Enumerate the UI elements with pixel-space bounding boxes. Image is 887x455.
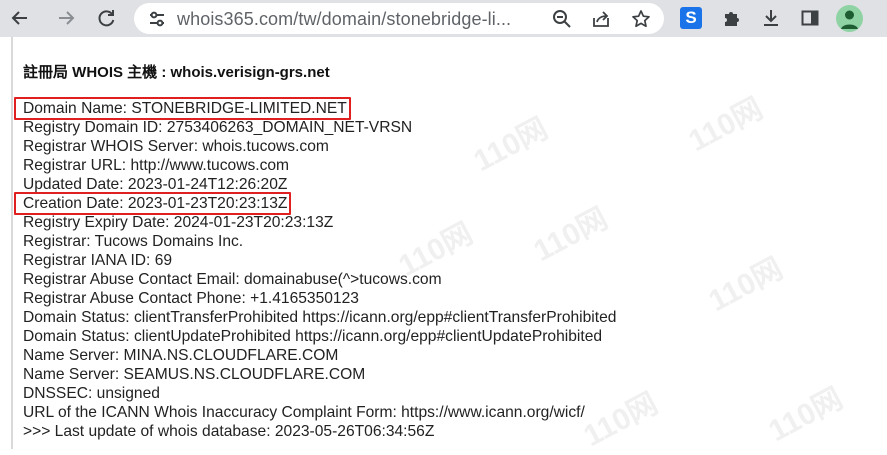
whois-record: Registrar: Tucows Domains Inc. <box>23 233 244 250</box>
download-icon[interactable] <box>758 5 784 31</box>
whois-record: Registrar Abuse Contact Email: domainabu… <box>23 271 442 288</box>
whois-record: Registrar URL: http://www.tucows.com <box>23 157 290 174</box>
s-extension-icon[interactable]: S <box>678 5 704 31</box>
back-arrow-icon[interactable] <box>7 5 33 31</box>
whois-record: DNSSEC: unsigned <box>23 385 160 402</box>
forward-arrow-icon[interactable] <box>53 5 79 31</box>
reload-icon[interactable] <box>93 5 119 31</box>
tune-icon[interactable] <box>145 7 169 31</box>
side-panel-icon[interactable] <box>797 5 823 31</box>
address-bar[interactable]: whois365.com/tw/domain/stonebridge-li... <box>134 3 664 34</box>
whois-records: Domain Name: STONEBRIDGE-LIMITED.NET Reg… <box>13 97 617 441</box>
whois-record: Registrar IANA ID: 69 <box>23 252 173 269</box>
whois-record: Registry Expiry Date: 2024-01-23T20:23:1… <box>23 214 334 231</box>
creation-date-record: Creation Date: 2023-01-23T20:23:13Z <box>13 192 292 215</box>
url-text[interactable]: whois365.com/tw/domain/stonebridge-li... <box>177 9 511 30</box>
profile-avatar-icon[interactable] <box>836 5 863 32</box>
left-border <box>11 37 13 449</box>
whois-record: Domain Status: clientTransferProhibited … <box>23 309 617 326</box>
whois-server-heading: 註冊局 WHOIS 主機 : whois.verisign-grs.net <box>23 64 330 81</box>
share-icon[interactable] <box>589 7 613 31</box>
star-icon[interactable] <box>629 7 653 31</box>
s-extension-letter: S <box>680 7 702 29</box>
zoom-icon[interactable] <box>550 7 574 31</box>
whois-record: Name Server: SEAMUS.NS.CLOUDFLARE.COM <box>23 366 366 383</box>
whois-record: URL of the ICANN Whois Inaccuracy Compla… <box>23 404 585 421</box>
puzzle-icon[interactable] <box>719 5 745 31</box>
whois-record: >>> Last update of whois database: 2023-… <box>23 423 435 440</box>
browser-toolbar: whois365.com/tw/domain/stonebridge-li...… <box>0 0 887 37</box>
whois-record: Registrar Abuse Contact Phone: +1.416535… <box>23 290 359 307</box>
whois-record: Registrar WHOIS Server: whois.tucows.com <box>23 138 329 155</box>
whois-record: Domain Status: clientUpdateProhibited ht… <box>23 328 603 345</box>
whois-record: Name Server: MINA.NS.CLOUDFLARE.COM <box>23 347 339 364</box>
whois-record: Registry Domain ID: 2753406263_DOMAIN_NE… <box>23 119 413 136</box>
domain-name-record: Domain Name: STONEBRIDGE-LIMITED.NET <box>14 97 351 120</box>
